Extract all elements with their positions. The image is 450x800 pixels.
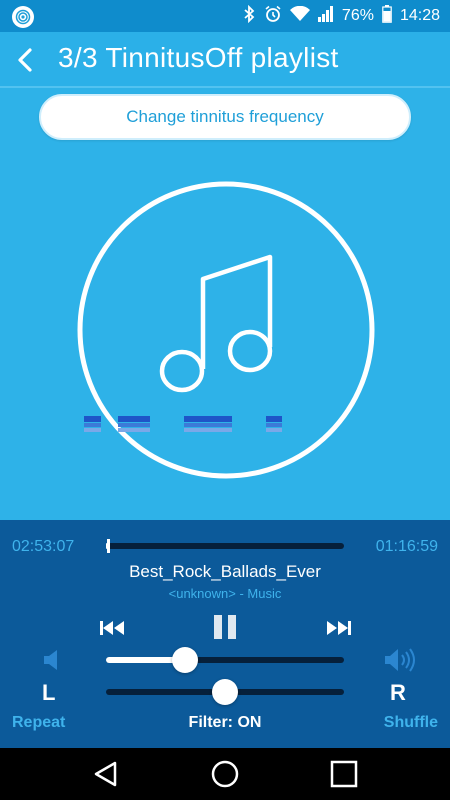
skip-next-icon: [327, 621, 351, 635]
volume-slider[interactable]: [106, 647, 344, 673]
track-title: Best_Rock_Ballads_Ever: [129, 562, 321, 581]
balance-knob[interactable]: [212, 679, 238, 705]
volume-down-button[interactable]: [42, 648, 62, 672]
next-button[interactable]: [326, 618, 352, 638]
battery-icon: [382, 4, 392, 28]
app-icon: [12, 6, 34, 28]
speaker-high-icon: [385, 648, 415, 672]
progress-knob[interactable]: [107, 539, 111, 553]
track-subtitle: <unknown> - Music: [168, 586, 282, 601]
filter-toggle[interactable]: Filter: ON: [189, 714, 262, 731]
nav-home-button[interactable]: [209, 758, 241, 790]
back-button[interactable]: [12, 44, 40, 76]
player-panel: 02:53:07 01:16:59 Best_Rock_Ballads_Ever…: [0, 520, 450, 748]
navigation-bar: [0, 748, 450, 800]
main-area: Change tinnitus frequency: [0, 88, 450, 520]
speaker-low-icon: [44, 650, 57, 670]
volume-knob[interactable]: [171, 647, 198, 673]
album-art: [77, 181, 375, 479]
wifi-icon: [289, 5, 310, 27]
left-channel-label: L: [42, 680, 56, 705]
album-circle: [77, 181, 375, 479]
shuffle-button[interactable]: Shuffle: [384, 714, 438, 732]
pause-icon: [214, 615, 236, 639]
volume-up-button[interactable]: [383, 646, 419, 674]
elapsed-time: 02:53:07: [12, 538, 75, 555]
chevron-left-icon: [18, 48, 32, 72]
nav-back-button[interactable]: [90, 758, 122, 790]
page-title: 3/3 TinnitusOff playlist: [58, 42, 339, 73]
music-note-icon: [159, 254, 273, 393]
balance-slider[interactable]: [106, 679, 344, 705]
nav-recents-button[interactable]: [328, 758, 360, 790]
change-frequency-button[interactable]: Change tinnitus frequency: [39, 94, 411, 140]
previous-button[interactable]: [99, 618, 125, 638]
repeat-button[interactable]: Repeat: [12, 714, 65, 732]
skip-previous-icon: [100, 621, 124, 635]
square-recents-icon: [330, 760, 358, 788]
clock: 14:28: [399, 7, 440, 24]
bluetooth-icon: [242, 4, 256, 28]
circle-home-icon: [211, 760, 239, 788]
app-header: 3/3 TinnitusOff playlist: [0, 32, 450, 88]
filter-toggle-wrapper: Filter: ON: [0, 714, 450, 732]
triangle-back-icon: [94, 761, 117, 787]
pause-button[interactable]: [212, 614, 238, 640]
battery-percent: 76%: [341, 7, 374, 24]
alarm-icon: [264, 5, 282, 28]
progress-bar[interactable]: [106, 539, 344, 553]
remaining-time: 01:16:59: [375, 538, 438, 555]
right-channel-label: R: [390, 680, 406, 705]
status-bar: 76% 14:28: [0, 0, 450, 32]
signal-icon: [317, 5, 334, 27]
